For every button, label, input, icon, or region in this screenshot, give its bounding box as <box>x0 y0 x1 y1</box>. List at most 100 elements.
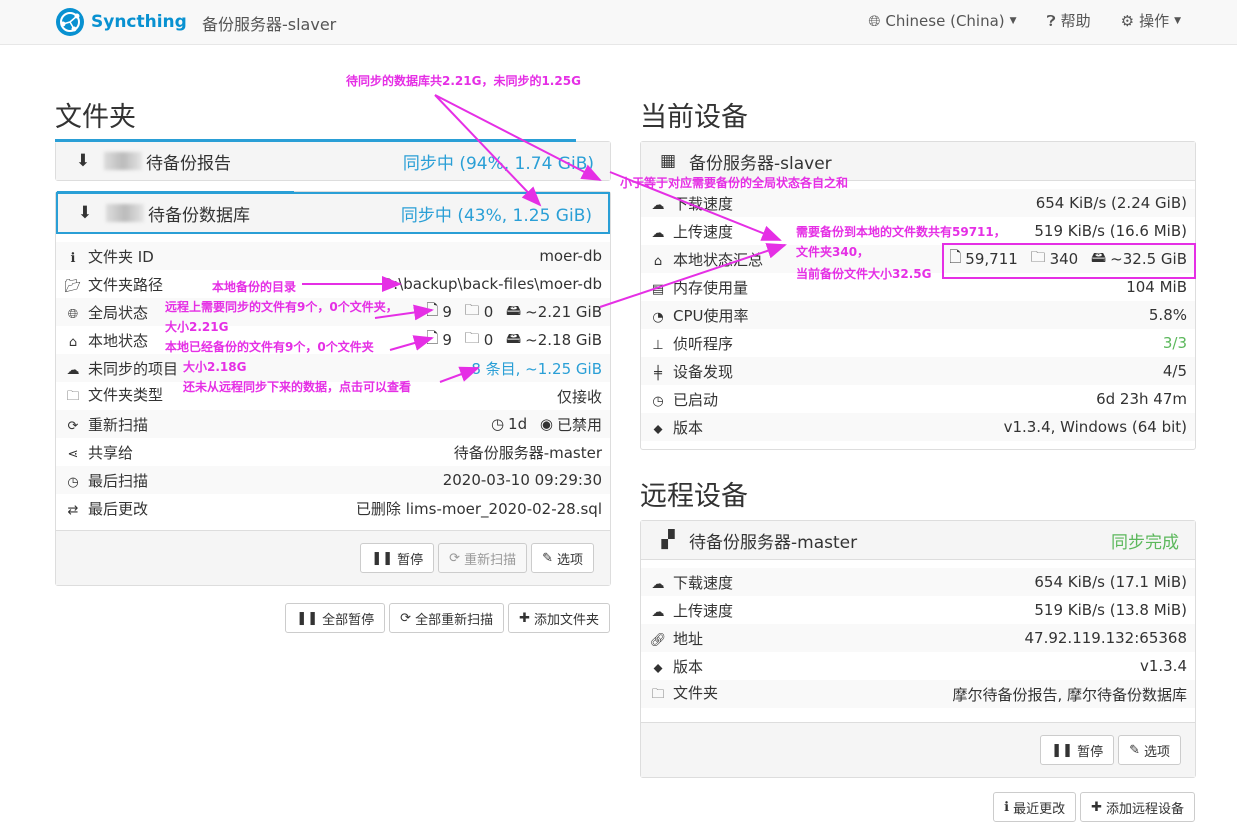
signpost-icon: ╪ <box>654 365 662 381</box>
pause-device-button[interactable]: ❚❚ 暂停 <box>1040 735 1115 765</box>
language-menu[interactable]: 🌐︎ Chinese (China) ▼ <box>868 10 1016 31</box>
button-label: 选项 <box>1143 744 1170 760</box>
folder-icon: 🗀︎ <box>464 328 480 347</box>
refresh-icon: ⟳ <box>449 550 461 566</box>
dir-count: 0 <box>483 303 494 321</box>
row-label: 文件夹 ID <box>88 247 154 266</box>
row-label: 文件夹类型 <box>88 385 164 404</box>
button-label: 暂停 <box>397 552 424 568</box>
pause-button[interactable]: ❚❚ 暂停 <box>360 543 435 573</box>
cloud-upload-icon: ☁ <box>651 604 665 620</box>
download-rate: 654 KiB/s (2.24 GiB) <box>824 189 1195 217</box>
remote-device-panel: ▞ 待备份服务器-master 同步完成 ☁ 下载速度 654 KiB/s (17.… <box>640 520 1196 778</box>
device-identicon-icon: ▦ <box>659 151 677 171</box>
share-icon: ⋖ <box>67 446 79 462</box>
rescan-all-button[interactable]: ⟳ 全部重新扫描 <box>389 603 505 633</box>
version-value: v1.3.4, Windows (64 bit) <box>824 413 1195 441</box>
table-row: ☁ 下载速度 654 KiB/s (17.1 MiB) <box>641 568 1195 596</box>
brand[interactable]: Syncthing <box>55 4 187 40</box>
annotation-text: 需要备份到本地的文件数共有59711， <box>796 225 1006 239</box>
device-title: 备份服务器-slaver <box>202 15 337 34</box>
row-label: 全局状态 <box>88 303 149 322</box>
annotation-text: 远程上需要同步的文件有9个，0个文件夹， <box>165 300 398 314</box>
cloud-download-icon: ☁ <box>651 576 665 592</box>
row-label: 重新扫描 <box>88 415 149 434</box>
folder-icon: 🗀︎ <box>464 300 480 319</box>
plus-icon: ✚ <box>1091 799 1102 815</box>
link-icon: 🔗︎ <box>649 632 667 648</box>
remote-device-heading-bar[interactable]: ▞ 待备份服务器-master 同步完成 <box>641 521 1195 560</box>
table-row: ⇄ 最后更改 已删除 lims-moer_2020-02-28.sql <box>56 494 610 522</box>
add-device-button[interactable]: ✚ 添加远程设备 <box>1080 792 1195 822</box>
row-label: 侦听程序 <box>673 334 734 353</box>
folder-progress-bar <box>57 191 294 194</box>
help-label: 帮助 <box>1060 12 1091 30</box>
button-label: 全部重新扫描 <box>415 612 494 628</box>
recent-changes-button[interactable]: ℹ 最近更改 <box>993 792 1077 822</box>
home-icon: ⌂ <box>653 253 663 269</box>
shared-with-value: 待备份服务器-master <box>453 443 602 462</box>
blurred-name <box>106 204 144 222</box>
hdd-icon: 🖴︎ <box>506 300 522 319</box>
clock-icon: ◷ <box>652 393 664 409</box>
row-label: 版本 <box>673 418 704 437</box>
annotation-text: 大小2.21G <box>165 320 229 334</box>
file-icon: 🗋︎ <box>426 300 439 319</box>
rescan-button[interactable]: ⟳ 重新扫描 <box>438 543 528 573</box>
address-value: 47.92.119.132:65368 <box>799 624 1195 652</box>
button-label: 重新扫描 <box>464 552 517 568</box>
cpu-value: 5.8% <box>824 301 1195 329</box>
syncthing-logo-icon <box>56 8 84 36</box>
row-label: 版本 <box>673 657 704 676</box>
row-label: 下载速度 <box>673 573 734 592</box>
dir-count: 0 <box>483 331 494 349</box>
clock-icon: ◷ <box>490 415 505 433</box>
options-button[interactable]: ✎ 选项 <box>531 543 594 573</box>
button-label: 暂停 <box>1077 744 1104 760</box>
help-menu[interactable]: ❓︎ 帮助 <box>1047 10 1091 31</box>
caret-down-icon: ▼ <box>1174 15 1181 26</box>
annotation-text: 小于等于对应需要备份的全局状态各自之和 <box>620 176 849 190</box>
folder-panel-reports: ⬇ 待备份报告 同步中 (94%, 1.74 GiB) <box>55 139 611 181</box>
table-row: ⬥ 版本 v1.3.4, Windows (64 bit) <box>641 413 1195 441</box>
device-options-button[interactable]: ✎ 选项 <box>1118 735 1181 765</box>
pause-icon: ❚❚ <box>371 550 394 566</box>
cloud-upload-icon: ☁ <box>651 225 665 241</box>
device-identicon-icon: ▞ <box>661 530 675 550</box>
plus-icon: ✚ <box>519 610 530 626</box>
folder-heading-reports[interactable]: ⬇ 待备份报告 同步中 (94%, 1.74 GiB) <box>55 139 610 180</box>
exchange-icon: ⇄ <box>67 502 79 518</box>
rescan-interval: 1d <box>508 415 528 433</box>
row-label: 下载速度 <box>673 194 734 213</box>
folder-global-actions: ❚❚ 全部暂停 ⟳ 全部重新扫描 ✚ 添加文件夹 <box>285 603 610 633</box>
row-label: 设备发现 <box>673 362 734 381</box>
folder-icon: 🗀︎ <box>651 686 665 702</box>
globe-icon: 🌐︎ <box>868 11 881 30</box>
memory-icon: ▤ <box>651 281 665 297</box>
table-row: ☁ 下载速度 654 KiB/s (2.24 GiB) <box>641 189 1195 217</box>
remote-device-table: ☁ 下载速度 654 KiB/s (17.1 MiB) ☁ 上传速度 519 KiB/s… <box>641 568 1195 708</box>
sitemap-icon: ⊥ <box>652 337 664 353</box>
row-label: 共享给 <box>88 443 134 462</box>
add-folder-button[interactable]: ✚ 添加文件夹 <box>508 603 610 633</box>
folder-heading-database[interactable]: ⬇ 待备份数据库 同步中 (43%, 1.25 GiB) <box>56 191 610 234</box>
annotation-text: 本地已经备份的文件有9个，0个文件夹 <box>165 340 374 354</box>
tag-icon: ⬥ <box>653 421 663 437</box>
folder-open-icon: 📂︎ <box>64 278 82 294</box>
table-row: ℹ 文件夹 ID moer-db <box>56 242 610 270</box>
remote-devices-heading: 远程设备 <box>640 481 748 512</box>
button-label: 添加文件夹 <box>533 612 599 628</box>
folder-status: 同步中 (43%, 1.25 GiB) <box>400 205 592 226</box>
row-label: 本地状态汇总 <box>673 250 764 269</box>
folder-name: 待备份报告 <box>146 153 231 174</box>
discovery-value[interactable]: 4/5 <box>824 357 1195 385</box>
table-row: ⊥ 侦听程序 3/3 <box>641 329 1195 357</box>
remote-device-footer: ❚❚ 暂停 ✎ 选项 <box>641 722 1195 777</box>
annotation-text: 文件夹340， <box>796 245 870 259</box>
listeners-value[interactable]: 3/3 <box>825 329 1195 357</box>
pause-all-button[interactable]: ❚❚ 全部暂停 <box>285 603 386 633</box>
table-row: ⬥ 版本 v1.3.4 <box>641 652 1195 680</box>
actions-menu[interactable]: ⚙ 操作 ▼ <box>1121 10 1181 31</box>
table-row: ╪ 设备发现 4/5 <box>641 357 1195 385</box>
last-scan-value: 2020-03-10 09:29:30 <box>239 466 610 494</box>
